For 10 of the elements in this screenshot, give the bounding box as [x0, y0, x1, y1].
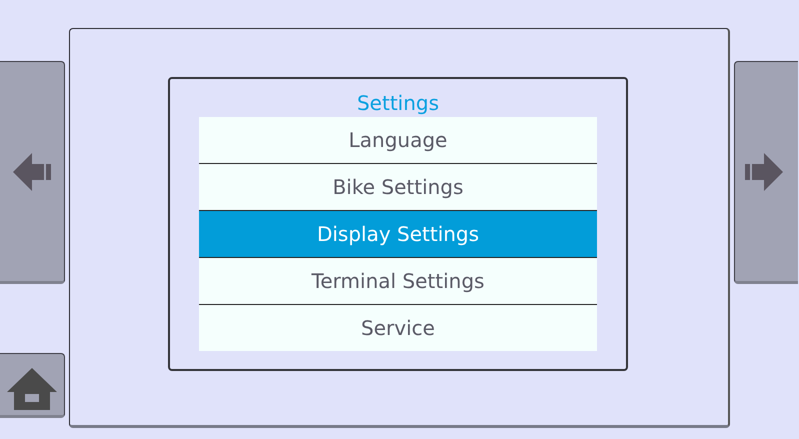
right-arrow-icon — [745, 152, 783, 190]
home-button[interactable] — [0, 353, 65, 418]
forward-button[interactable] — [734, 61, 798, 284]
home-icon — [7, 368, 57, 410]
menu-title: Settings — [356, 90, 440, 116]
left-arrow-icon — [13, 152, 51, 190]
back-button[interactable] — [0, 61, 65, 284]
menu-item[interactable]: Terminal Settings — [199, 258, 597, 305]
menu-item[interactable]: Language — [199, 117, 597, 164]
menu-item[interactable]: Service — [199, 305, 597, 351]
